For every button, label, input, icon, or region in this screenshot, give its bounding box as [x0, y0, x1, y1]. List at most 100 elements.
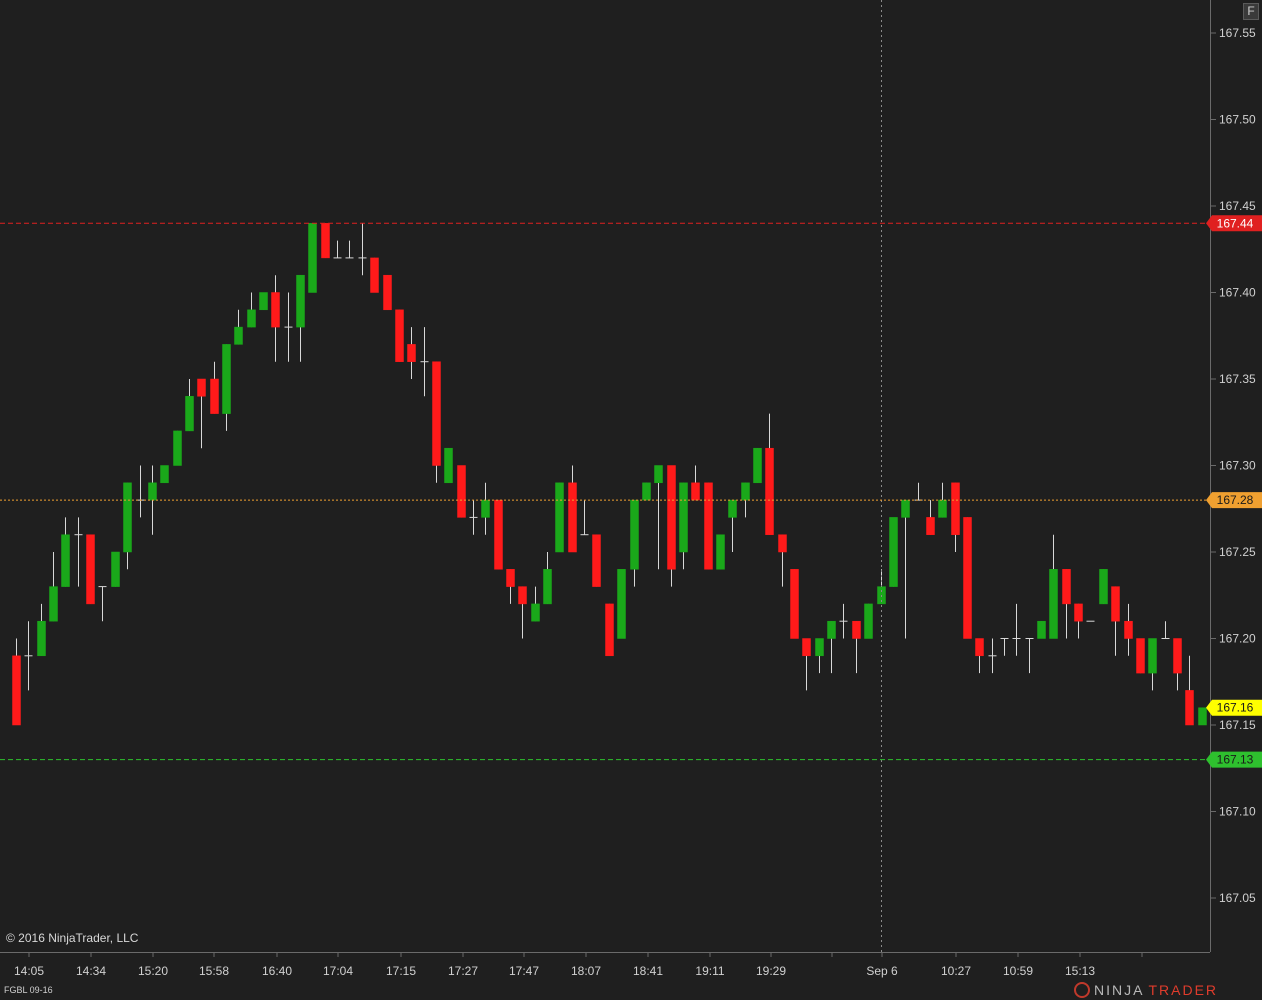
y-tick-label: 167.45 — [1219, 199, 1256, 213]
candle-down — [395, 309, 404, 362]
candle-up — [815, 638, 824, 657]
candle-down — [704, 482, 713, 570]
candle-up — [49, 586, 58, 622]
x-tick-label: 17:15 — [386, 964, 416, 978]
candle-up — [642, 482, 651, 501]
candle-down — [197, 378, 206, 397]
price-level-label: 167.44 — [1217, 216, 1254, 230]
candle-down — [457, 465, 466, 518]
candle-up — [901, 499, 910, 518]
x-tick-label: 18:41 — [633, 964, 663, 978]
candle-up — [938, 499, 947, 518]
candle-up — [259, 292, 268, 311]
candle-down — [605, 603, 614, 657]
candle-down — [1062, 569, 1071, 605]
x-tick-label: 15:58 — [199, 964, 229, 978]
f-button[interactable]: F — [1243, 3, 1259, 20]
y-tick-label: 167.15 — [1219, 718, 1256, 732]
candle-down — [790, 569, 799, 639]
candle-up — [741, 482, 750, 501]
candle-up — [481, 499, 490, 518]
y-tick-label: 167.50 — [1219, 113, 1256, 127]
candle-down — [1173, 638, 1182, 674]
x-tick-label: 16:40 — [262, 964, 292, 978]
candle-up — [444, 447, 453, 484]
candle-down — [407, 344, 416, 362]
candle-down — [1124, 620, 1133, 639]
candle-up — [679, 482, 688, 553]
candle-up — [148, 482, 157, 501]
price-level-label: 167.13 — [1217, 753, 1254, 767]
candle-up — [247, 309, 256, 328]
candle-up — [1049, 569, 1058, 639]
candle-up — [617, 569, 626, 639]
x-tick-label: 10:59 — [1003, 964, 1033, 978]
x-tick-label: Sep 6 — [866, 964, 898, 978]
candle-down — [518, 586, 527, 605]
candle-down — [86, 534, 95, 605]
x-tick-label: 17:04 — [323, 964, 353, 978]
candle-up — [185, 396, 194, 432]
candle-down — [12, 655, 21, 726]
candle-up — [630, 499, 639, 570]
candle-down — [370, 257, 379, 293]
candle-down — [568, 482, 577, 553]
candle-down — [592, 534, 601, 587]
candle-up — [234, 326, 243, 345]
candle-up — [61, 534, 70, 587]
y-tick-label: 167.10 — [1219, 805, 1256, 819]
candle-up — [543, 569, 552, 605]
candle-up — [728, 499, 737, 518]
brand-main-text: NINJA — [1094, 982, 1145, 998]
candle-up — [173, 430, 182, 466]
x-tick-label: 14:34 — [76, 964, 106, 978]
candle-up — [1198, 707, 1207, 726]
x-tick-label: 17:27 — [448, 964, 478, 978]
candle-up — [555, 482, 564, 553]
candle-up — [889, 517, 898, 587]
candle-up — [222, 344, 231, 414]
candle-up — [827, 620, 836, 639]
candle-down — [1074, 603, 1083, 622]
y-tick-label: 167.40 — [1219, 286, 1256, 300]
candle-down — [667, 465, 676, 570]
candle-down — [506, 569, 515, 587]
y-tick-label: 167.35 — [1219, 372, 1256, 386]
candle-up — [864, 603, 873, 639]
candle-down — [210, 378, 219, 414]
candlestick-chart-svg[interactable]: 167.55 167.50 167.45 167.40 167.35 167.30 167.… — [0, 0, 1262, 1000]
brand-logo: NINJA TRADER — [1074, 982, 1218, 998]
candle-down — [271, 292, 280, 328]
candle-up — [1099, 569, 1108, 605]
instrument-label: FGBL 09-16 — [4, 985, 53, 995]
x-tick-label: 17:47 — [509, 964, 539, 978]
ninjatrader-logo-icon — [1074, 982, 1090, 998]
x-tick-label: 14:05 — [14, 964, 44, 978]
y-tick-label: 167.05 — [1219, 891, 1256, 905]
y-tick-label: 167.55 — [1219, 26, 1256, 40]
candle-up — [160, 465, 169, 484]
candle-up — [753, 447, 762, 484]
candle-up — [296, 274, 305, 328]
candle-down — [432, 361, 441, 466]
y-tick-label: 167.20 — [1219, 632, 1256, 646]
candle-down — [1136, 638, 1145, 674]
candle-up — [123, 482, 132, 553]
candle-down — [321, 223, 330, 259]
x-tick-label: 10:27 — [941, 964, 971, 978]
price-level-label: 167.16 — [1217, 701, 1254, 715]
candle-up — [716, 534, 725, 570]
x-tick-label: 15:13 — [1065, 964, 1095, 978]
price-chart[interactable]: 167.55 167.50 167.45 167.40 167.35 167.30 167.… — [0, 0, 1262, 1000]
x-tick-label: 18:07 — [571, 964, 601, 978]
candle-down — [383, 274, 392, 311]
candle-up — [1148, 638, 1157, 674]
candle-down — [1185, 690, 1194, 726]
candle-down — [691, 482, 700, 501]
candle-down — [778, 534, 787, 553]
candle-down — [963, 517, 972, 639]
candle-up — [37, 620, 46, 657]
y-tick-label: 167.30 — [1219, 459, 1256, 473]
candle-down — [1111, 586, 1120, 622]
x-tick-label: 19:11 — [695, 964, 724, 978]
